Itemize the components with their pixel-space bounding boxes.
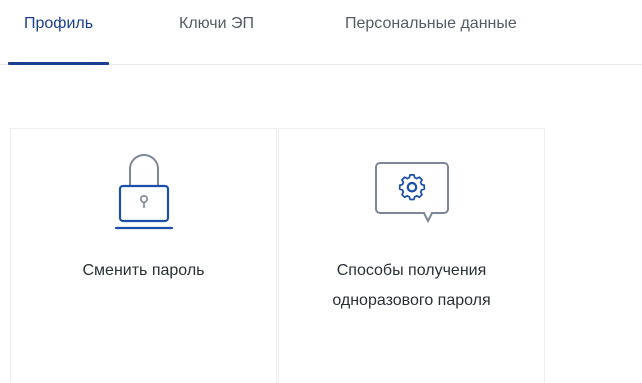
security-settings-page: Профиль Ключи ЭП Персональные данные Сме… [0, 0, 642, 383]
otp-methods-label-line2: одноразового пароля [332, 292, 491, 309]
lock-laptop-icon [114, 154, 173, 230]
change-password-label: Сменить пароль [82, 262, 205, 279]
tab-keys-label: Ключи ЭП [179, 15, 255, 32]
otp-methods-card[interactable]: Способы получения одноразового пароля [278, 128, 545, 383]
gear-chat-icon [374, 162, 449, 224]
tab-personal-data-label: Персональные данные [345, 15, 517, 32]
active-tab-indicator [8, 62, 110, 65]
tab-personal-data[interactable]: Персональные данные [345, 14, 517, 64]
tab-bar: Профиль Ключи ЭП Персональные данные [0, 0, 642, 65]
tab-profile[interactable]: Профиль [8, 14, 110, 65]
otp-methods-label-line1: Способы получения [336, 262, 487, 279]
tab-keys[interactable]: Ключи ЭП [179, 14, 254, 64]
settings-cards: Сменить пароль Способы получения однораз… [10, 128, 546, 383]
tab-profile-label: Профиль [24, 15, 94, 32]
change-password-card[interactable]: Сменить пароль [10, 128, 277, 383]
